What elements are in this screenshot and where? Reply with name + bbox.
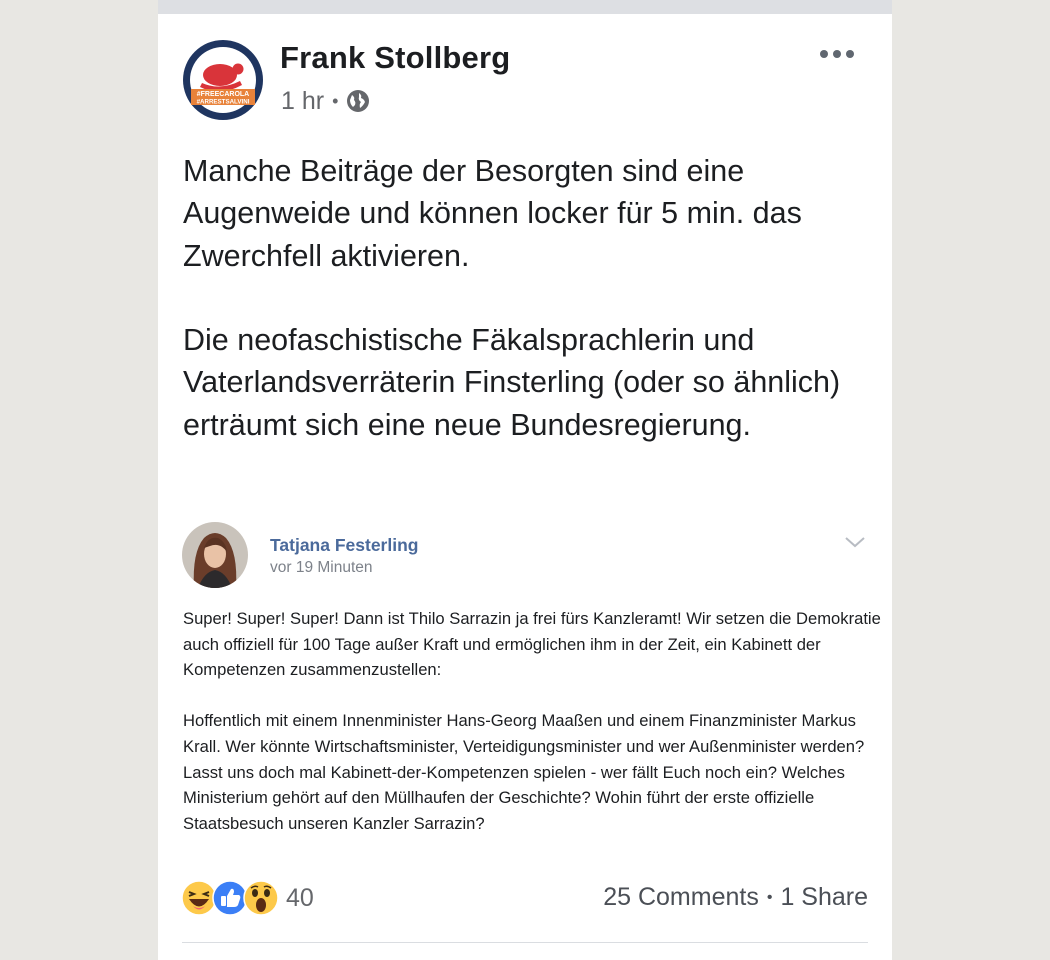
stats-separator: • [766,888,773,906]
shared-post-text: Super! Super! Super! Dann ist Thilo Sarr… [183,606,883,836]
chevron-down-icon[interactable] [844,535,866,549]
post-author-name[interactable]: Frank Stollberg [280,40,510,76]
shared-timestamp: vor 19 Minuten [270,559,373,576]
shared-paragraph-2: Hoffentlich mit einem Innenminister Hans… [183,711,865,833]
more-options-icon[interactable] [820,46,856,62]
post-meta: 1 hr • [281,86,370,116]
reactions-summary[interactable]: 40 [181,879,314,917]
badge-text-line1: #FREECAROLA [197,91,250,98]
shared-paragraph-1: Super! Super! Super! Dann ist Thilo Sarr… [183,609,881,680]
shared-author-name[interactable]: Tatjana Festerling [270,535,418,556]
freecarola-badge-icon: #FREECAROLA #ARRESTSALVINI [183,40,263,120]
wow-icon [243,880,279,916]
divider [182,942,868,943]
badge-text-line2: #ARRESTSALVINI [197,99,250,106]
post-card: #FREECAROLA #ARRESTSALVINI Frank Stollbe… [158,0,892,960]
post-body-text: Manche Beiträge der Besorgten sind eine … [183,154,841,442]
engagement-stats: 25 Comments • 1 Share [603,883,868,912]
post-timestamp[interactable]: 1 hr [281,87,324,116]
portrait-photo [182,522,248,588]
meta-separator: • [332,90,339,111]
author-avatar[interactable]: #FREECAROLA #ARRESTSALVINI [182,39,264,121]
card-top-edge [158,0,892,14]
comments-link[interactable]: 25 Comments [603,883,759,912]
globe-icon[interactable] [346,89,370,113]
shares-link[interactable]: 1 Share [780,883,868,912]
reaction-count: 40 [286,883,314,912]
shared-author-avatar [182,522,248,588]
